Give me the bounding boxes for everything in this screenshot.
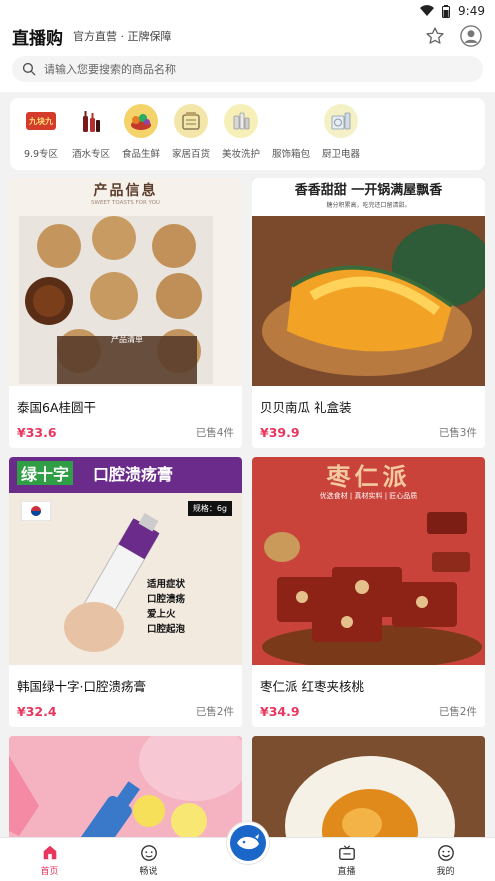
search-area [0, 50, 495, 92]
image-banner-sub: 糖分积累高，吃完还口留清甜。 [326, 202, 411, 209]
app-title: 直播购 [12, 28, 63, 49]
product-image: 枣仁派 优选食材 | 真材实料 | 匠心品质 [252, 457, 485, 665]
category-label: 9.9专区 [23, 149, 59, 160]
feature-item: 爱上火 [147, 609, 176, 620]
category-label: 厨卫电器 [321, 149, 360, 160]
category-appliance[interactable]: 厨卫电器 [316, 104, 366, 170]
spec-panel-title: 产品清单 [111, 335, 143, 344]
product-card[interactable]: 产品信息 SWEET TOASTS FOR YOU 产品清单 泰国6A桂圆干 ¥… [9, 178, 242, 448]
product-name: 韩国绿十字·口腔溃疡膏 [17, 679, 146, 694]
appliance-icon [324, 104, 358, 138]
category-household[interactable]: 家居百货 [166, 104, 216, 170]
product-price: ¥32.4 [17, 704, 57, 719]
home-icon [43, 845, 56, 860]
product-card[interactable]: 香香甜甜 一开锅满屋飘香 糖分积累高，吃完还口留清甜。 贝贝南瓜 礼盒装 ¥39… [252, 178, 485, 448]
clock-text: 9:49 [458, 4, 485, 18]
whale-live-icon [237, 834, 259, 850]
product-price: ¥39.9 [260, 425, 300, 440]
category-label: 食品生鲜 [121, 149, 160, 160]
product-sold-count: 已售2件 [438, 706, 477, 718]
tab-chat[interactable]: 畅说 [99, 838, 198, 881]
image-banner-sub: 优选食材 | 真材实料 | 匠心品质 [319, 492, 418, 500]
clothing-icon [274, 104, 308, 138]
feature-item: 口腔起泡 [147, 624, 186, 635]
bottom-tab-bar: 首页 畅说 直播 我的 [0, 822, 495, 881]
product-price: ¥34.9 [260, 704, 300, 719]
category-wine[interactable]: 酒水专区 [66, 104, 116, 170]
product-sold-count: 已售2件 [195, 706, 234, 718]
feature-item: 口腔溃疡 [147, 594, 186, 605]
tab-profile[interactable]: 我的 [396, 838, 495, 881]
tab-label: 首页 [40, 867, 59, 877]
whale-live-button[interactable] [227, 822, 269, 864]
product-name: 泰国6A桂圆干 [17, 400, 97, 415]
chat-face-icon [140, 845, 157, 861]
nine-nine-zone-icon: 九块九 [24, 104, 58, 138]
household-icon [174, 104, 208, 138]
image-banner: 产品信息 [93, 183, 158, 199]
tab-label: 直播 [337, 867, 356, 877]
live-tv-icon [338, 845, 355, 860]
image-banner-2: 口腔溃疡膏 [93, 465, 174, 484]
category-label: 家居百货 [171, 149, 210, 160]
avatar-icon[interactable] [459, 24, 483, 48]
category-fresh-food[interactable]: 食品生鲜 [116, 104, 166, 170]
tab-home[interactable]: 首页 [0, 838, 99, 881]
product-image: 产品信息 SWEET TOASTS FOR YOU 产品清单 [9, 178, 242, 386]
spec-badge: 规格：6g [187, 501, 232, 516]
tab-live[interactable]: 直播 [297, 838, 396, 881]
search-icon [22, 62, 36, 76]
korean-flag-icon [21, 501, 51, 521]
product-sold-count: 已售4件 [195, 427, 234, 439]
feature-item: 适用症状 [147, 579, 186, 590]
image-banner: 绿十字 [17, 461, 74, 485]
category-9-9-zone[interactable]: 九块九 9.9专区 [16, 104, 66, 170]
product-price: ¥33.6 [17, 425, 57, 440]
category-bar: 九块九 9.9专区 酒水专区 食品生鲜 家居百货 美妆洗护 服饰箱包 厨卫电器 [10, 98, 485, 170]
search-bar[interactable] [12, 56, 483, 82]
product-grid: 产品信息 SWEET TOASTS FOR YOU 产品清单 泰国6A桂圆干 ¥… [9, 178, 486, 876]
category-cosmetics[interactable]: 美妆洗护 [216, 104, 266, 170]
product-card[interactable]: 绿十字 口腔溃疡膏 规格：6g 适用症状 口腔溃疡 爱上火 口腔起泡 韩国绿十字… [9, 457, 242, 727]
app-header: 直播购 官方直营 · 正牌保障 [0, 22, 495, 50]
cosmetics-icon [224, 104, 258, 138]
pumpkin-photo [252, 216, 485, 386]
tab-label: 畅说 [139, 867, 158, 877]
wifi-icon [420, 5, 435, 17]
product-card[interactable]: 枣仁派 优选食材 | 真材实料 | 匠心品质 枣仁派 红枣夹核桃 ¥34.9 已… [252, 457, 485, 727]
tab-label: 我的 [436, 867, 455, 877]
product-image: 绿十字 口腔溃疡膏 规格：6g 适用症状 口腔溃疡 爱上火 口腔起泡 [9, 457, 242, 665]
fresh-food-icon [124, 104, 158, 138]
category-label: 美妆洗护 [221, 149, 260, 160]
image-banner-sub: SWEET TOASTS FOR YOU [91, 200, 160, 206]
product-name: 贝贝南瓜 礼盒装 [260, 400, 352, 415]
wine-bottles-icon [74, 104, 108, 138]
battery-icon [442, 4, 451, 18]
longan-photo [19, 216, 213, 384]
product-name: 枣仁派 红枣夹核桃 [260, 679, 364, 694]
app-subtitle: 官方直营 · 正牌保障 [73, 30, 172, 43]
product-sold-count: 已售3件 [438, 427, 477, 439]
profile-smile-icon [437, 845, 454, 861]
image-banner: 枣仁派 [326, 463, 411, 491]
star-icon[interactable] [423, 24, 447, 48]
product-image: 香香甜甜 一开锅满屋飘香 糖分积累高，吃完还口留清甜。 [252, 178, 485, 386]
feature-list: 适用症状 口腔溃疡 爱上火 口腔起泡 [147, 577, 235, 637]
search-input[interactable] [44, 62, 473, 76]
status-bar: 9:49 [0, 0, 495, 22]
date-walnut-photo [262, 512, 482, 665]
category-label: 服饰箱包 [271, 149, 310, 160]
nine-nine-badge: 九块九 [26, 112, 56, 130]
image-banner: 香香甜甜 一开锅满屋飘香 [294, 183, 443, 198]
category-clothing[interactable]: 服饰箱包 [266, 104, 316, 170]
tab-center[interactable] [198, 822, 297, 881]
category-label: 酒水专区 [71, 149, 110, 160]
